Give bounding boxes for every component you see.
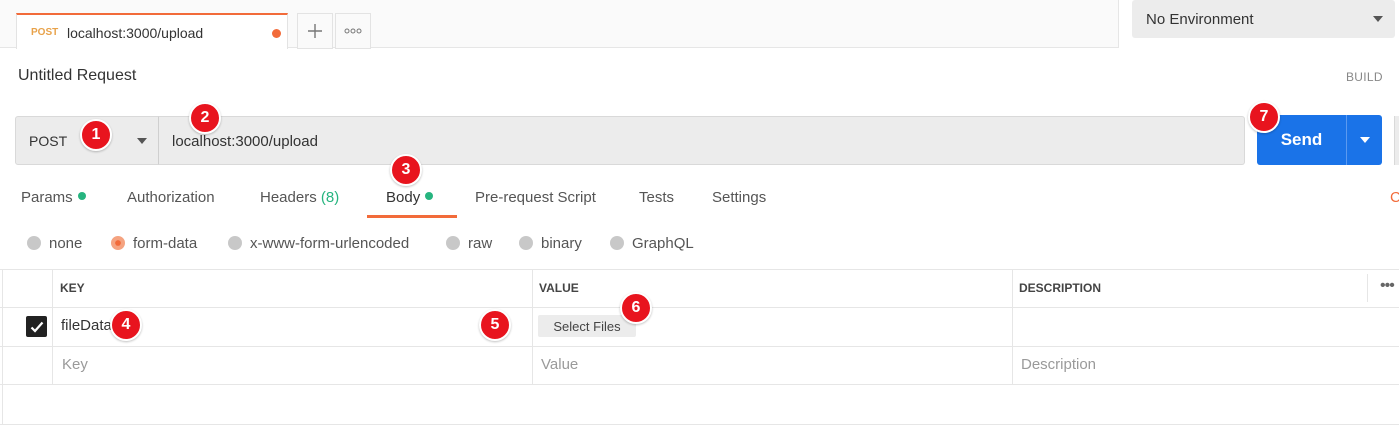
tab-tests[interactable]: Tests bbox=[639, 189, 674, 206]
active-tab-indicator bbox=[367, 215, 457, 218]
table-border bbox=[1012, 269, 1013, 385]
column-header-description: DESCRIPTION bbox=[1019, 281, 1102, 295]
url-text: localhost:3000/upload bbox=[172, 133, 318, 150]
annotation-marker-6: 6 bbox=[620, 292, 652, 324]
table-border bbox=[0, 307, 1399, 308]
tab-headers[interactable]: Headers (8) bbox=[260, 189, 339, 206]
annotation-marker-7: 7 bbox=[1248, 101, 1280, 133]
radio-raw[interactable]: raw bbox=[446, 235, 492, 252]
value-input[interactable]: Value bbox=[541, 356, 578, 373]
select-files-button[interactable]: Select Files bbox=[538, 315, 636, 337]
table-border bbox=[1367, 274, 1368, 302]
chevron-down-icon bbox=[1359, 137, 1370, 143]
annotation-marker-2: 2 bbox=[189, 102, 221, 134]
radio-x-www-form-urlencoded[interactable]: x-www-form-urlencoded bbox=[228, 235, 409, 252]
table-border bbox=[0, 346, 1399, 347]
key-cell[interactable]: fileData bbox=[61, 317, 112, 334]
radio-binary-label: binary bbox=[541, 235, 582, 252]
radio-none[interactable]: none bbox=[27, 235, 82, 252]
tab-authorization[interactable]: Authorization bbox=[127, 189, 215, 206]
tab-prerequest-script[interactable]: Pre-request Script bbox=[475, 189, 596, 206]
key-input[interactable]: Key bbox=[62, 356, 88, 373]
tab-headers-label: Headers bbox=[260, 189, 317, 206]
table-border bbox=[0, 269, 1399, 270]
radio-circle-icon bbox=[27, 236, 41, 250]
headers-count: (8) bbox=[320, 189, 340, 206]
radio-form-data-label: form-data bbox=[133, 235, 198, 252]
tab-body[interactable]: Body bbox=[386, 189, 434, 206]
annotation-marker-4: 4 bbox=[110, 309, 142, 341]
tab-body-label: Body bbox=[386, 189, 421, 206]
annotation-marker-3: 3 bbox=[390, 154, 422, 186]
radio-selected-icon bbox=[111, 236, 125, 250]
save-button[interactable] bbox=[1394, 116, 1399, 165]
divider bbox=[1118, 0, 1119, 48]
radio-circle-icon bbox=[446, 236, 460, 250]
table-border bbox=[532, 269, 533, 385]
column-header-value: VALUE bbox=[539, 281, 579, 295]
radio-circle-icon bbox=[610, 236, 624, 250]
unsaved-indicator-icon bbox=[272, 29, 281, 38]
method-label: POST bbox=[29, 133, 68, 149]
radio-binary[interactable]: binary bbox=[519, 235, 582, 252]
table-border bbox=[0, 384, 1399, 385]
new-tab-button[interactable] bbox=[297, 13, 333, 49]
radio-form-data[interactable]: form-data bbox=[111, 235, 197, 252]
tab-params[interactable]: Params bbox=[21, 189, 86, 206]
tab-settings[interactable]: Settings bbox=[712, 189, 766, 206]
tab-options-button[interactable] bbox=[335, 13, 371, 49]
request-tab[interactable]: POST localhost:3000/upload bbox=[16, 13, 288, 49]
chevron-down-icon bbox=[137, 138, 147, 144]
plus-icon bbox=[308, 24, 322, 38]
more-horizontal-icon bbox=[344, 28, 362, 34]
tab-method-label: POST bbox=[31, 27, 59, 38]
send-options-button[interactable] bbox=[1346, 115, 1382, 165]
environment-select[interactable]: No Environment bbox=[1132, 0, 1395, 38]
checkmark-icon bbox=[30, 321, 43, 333]
cookies-link[interactable]: C bbox=[1390, 189, 1399, 206]
active-dot-icon bbox=[77, 192, 86, 200]
tab-title: localhost:3000/upload bbox=[67, 25, 204, 41]
annotation-marker-1: 1 bbox=[80, 119, 112, 151]
annotation-marker-5: 5 bbox=[479, 309, 511, 341]
radio-none-label: none bbox=[49, 235, 83, 252]
table-border bbox=[52, 269, 53, 385]
row-enabled-checkbox[interactable] bbox=[26, 316, 47, 337]
column-header-key: KEY bbox=[60, 281, 85, 295]
radio-graphql-label: GraphQL bbox=[632, 235, 694, 252]
description-input[interactable]: Description bbox=[1021, 356, 1096, 373]
active-dot-icon bbox=[425, 192, 434, 200]
chevron-down-icon bbox=[1373, 16, 1383, 22]
request-title[interactable]: Untitled Request bbox=[18, 67, 136, 85]
more-horizontal-icon[interactable]: ••• bbox=[1380, 277, 1395, 295]
divider bbox=[0, 424, 1399, 425]
radio-urlencoded-label: x-www-form-urlencoded bbox=[250, 235, 410, 252]
tab-params-label: Params bbox=[21, 189, 73, 206]
radio-raw-label: raw bbox=[468, 235, 493, 252]
url-input[interactable]: localhost:3000/upload bbox=[158, 116, 1245, 165]
environment-label: No Environment bbox=[1146, 11, 1254, 28]
radio-circle-icon bbox=[228, 236, 242, 250]
build-mode-label[interactable]: BUILD bbox=[1346, 70, 1383, 84]
radio-circle-icon bbox=[519, 236, 533, 250]
table-border bbox=[2, 269, 3, 424]
radio-graphql[interactable]: GraphQL bbox=[610, 235, 694, 252]
